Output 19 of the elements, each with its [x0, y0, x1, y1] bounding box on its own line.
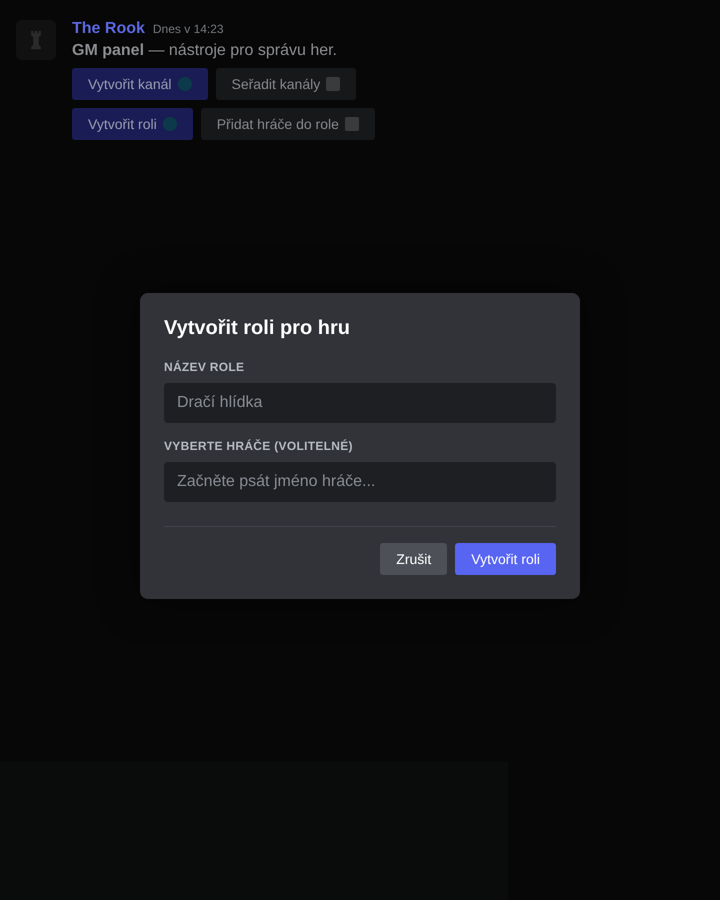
input-field[interactable]: Začněte psát jméno hráče...: [164, 462, 556, 502]
action-button[interactable]: Přidat hráče do role: [200, 108, 375, 140]
field-label: VYBERTE HRÁČE (VOLITELNÉ): [164, 439, 354, 453]
square-icon: [344, 117, 359, 131]
timestamp: Dnes v 14:23: [152, 22, 224, 36]
dialog-title: Vytvořit roli pro hru: [164, 317, 351, 340]
dialog-button[interactable]: Zrušit: [380, 543, 448, 575]
square-icon: [326, 77, 340, 91]
action-button[interactable]: Vytvořit roli: [72, 108, 193, 140]
message-text: GM panel — nástroje pro správu her.: [72, 42, 338, 60]
input-field[interactable]: Dračí hlídka: [164, 383, 556, 423]
action-button[interactable]: Seřadit kanály: [216, 68, 356, 100]
circle-icon: [162, 117, 177, 131]
author-name[interactable]: The Rook: [72, 20, 145, 38]
circle-icon: [178, 77, 192, 91]
field-label: NÁZEV ROLE: [164, 360, 246, 374]
rook-icon: [29, 29, 43, 51]
action-button[interactable]: Vytvořit kanál: [72, 68, 208, 100]
dialog-button[interactable]: Vytvořit roli: [455, 543, 556, 575]
